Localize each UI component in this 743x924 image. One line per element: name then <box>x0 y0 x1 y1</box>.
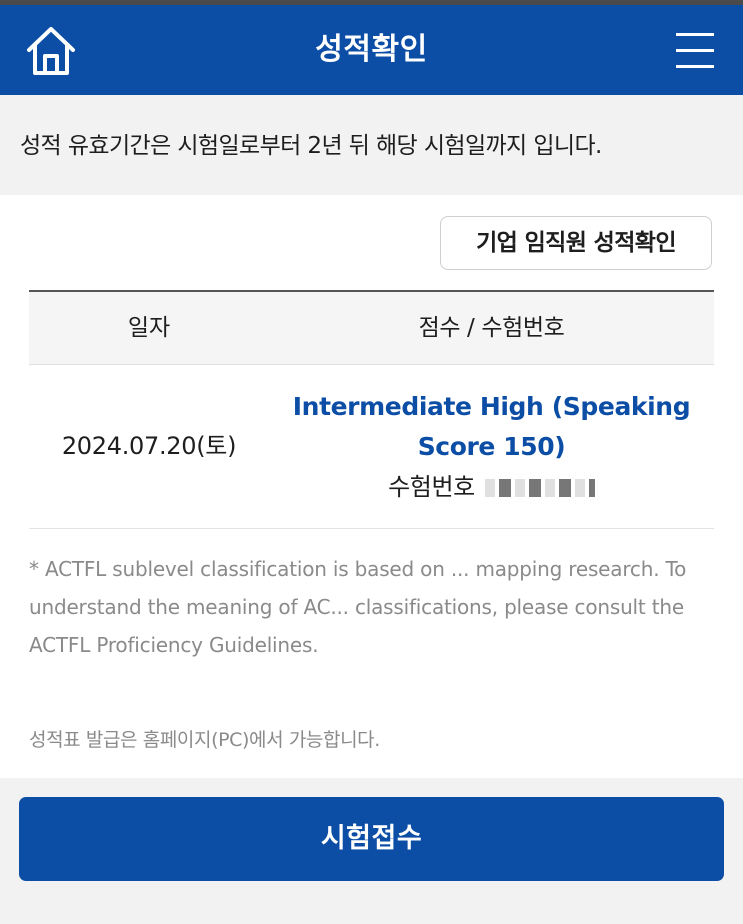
hamburger-menu-icon <box>676 65 714 68</box>
validity-notice-text: 성적 유효기간은 시험일로부터 2년 뒤 해당 시험일까지 입니다. <box>20 133 602 159</box>
validity-notice: 성적 유효기간은 시험일로부터 2년 뒤 해당 시험일까지 입니다. <box>0 95 743 195</box>
app-header: 성적확인 <box>0 5 743 95</box>
table-header: 일자 점수 / 수험번호 <box>29 292 714 365</box>
score-cell: Intermediate High (Speaking Score 150) 수… <box>269 387 714 507</box>
exam-number: 수험번호 <box>269 467 714 507</box>
home-icon <box>27 27 75 75</box>
table-row: 2024.07.20(토) Intermediate High (Speakin… <box>29 365 714 529</box>
menu-button[interactable] <box>672 29 718 73</box>
issue-note: 성적표 발급은 홈페이지(PC)에서 가능합니다. <box>29 729 380 751</box>
column-header-date: 일자 <box>127 315 171 341</box>
exam-apply-button[interactable]: 시험접수 <box>19 797 724 881</box>
hamburger-menu-icon <box>676 49 714 52</box>
page-title: 성적확인 <box>315 32 428 67</box>
masked-exam-number <box>484 479 595 497</box>
actfl-footnote: * ACTFL sublevel classification is based… <box>29 557 687 657</box>
corporate-employee-score-button[interactable]: 기업 임직원 성적확인 <box>440 216 712 270</box>
score-content: 기업 임직원 성적확인 일자 점수 / 수험번호 2024.07.20(토) I… <box>0 195 743 778</box>
exam-date: 2024.07.20(토) <box>61 432 237 460</box>
exam-number-label: 수험번호 <box>388 473 475 501</box>
home-button[interactable] <box>22 23 80 79</box>
column-header-score: 점수 / 수험번호 <box>418 315 565 341</box>
score-result: Intermediate High (Speaking Score 150) <box>292 392 691 461</box>
hamburger-menu-icon <box>676 33 714 36</box>
